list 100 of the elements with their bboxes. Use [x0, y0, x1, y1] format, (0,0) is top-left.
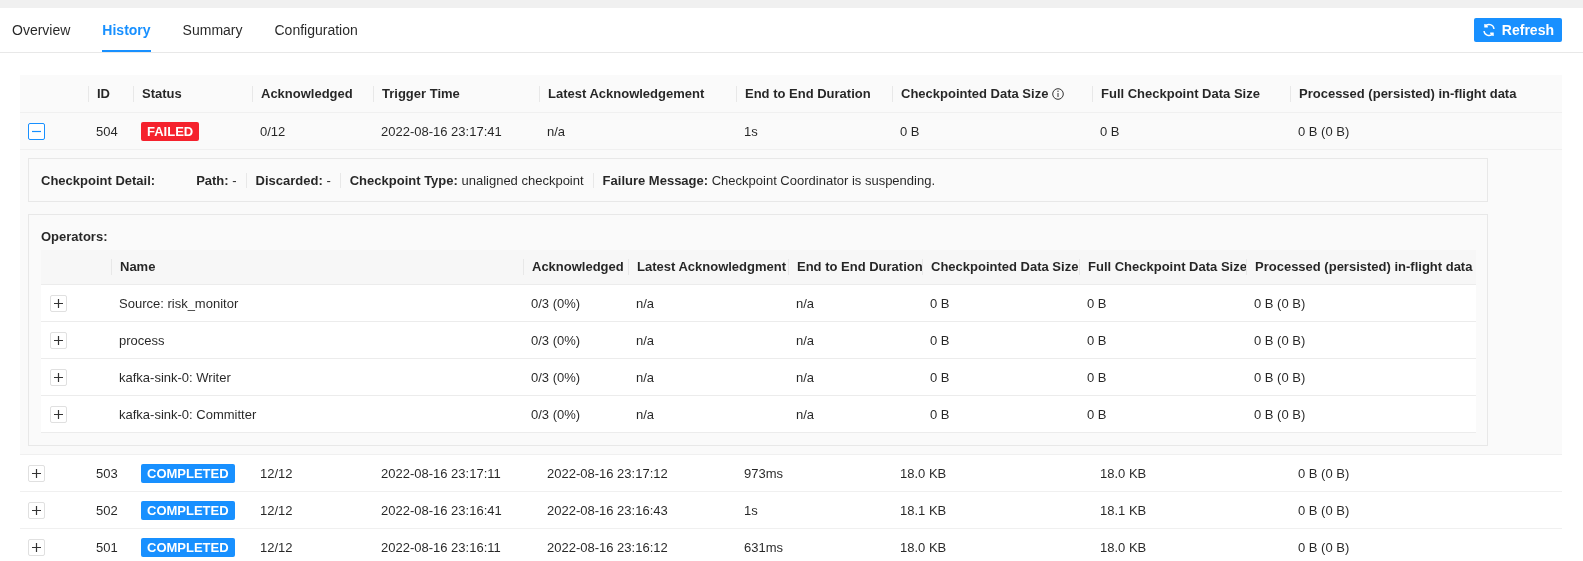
table-cell-text: 2022-08-16 23:16:12: [546, 539, 669, 555]
table-cell-text: 0 B (0 B): [1297, 465, 1351, 481]
table-cell-text: 0/3 (0%): [530, 406, 582, 422]
expand-icon: [53, 334, 64, 346]
expand-button[interactable]: [28, 538, 45, 556]
column-header: Status: [133, 85, 252, 102]
column-header: Checkpointed Data Size: [922, 259, 1079, 275]
table-cell-text: 0/3 (0%): [530, 369, 582, 385]
column-header: Full Checkpoint Data Size: [1079, 259, 1246, 275]
refresh-icon: [1481, 23, 1496, 37]
table-cell-text: 1s: [743, 123, 759, 139]
tab[interactable]: Configuration: [274, 8, 358, 52]
table-cell-text: 0 B: [1099, 123, 1121, 139]
table-cell-text: 1s: [743, 502, 759, 518]
expand-button[interactable]: [50, 405, 67, 423]
table-cell-text: 2022-08-16 23:17:41: [380, 123, 503, 139]
tab[interactable]: Overview: [12, 8, 71, 52]
table-cell-text: n/a: [635, 406, 656, 422]
column-header: Acknowledged: [523, 259, 628, 275]
table-cell-text: 0 B: [1086, 369, 1108, 385]
table-cell-text: 12/12: [259, 465, 294, 481]
detail-item: Path: -: [195, 172, 238, 188]
table-cell-text: 12/12: [259, 539, 294, 555]
table-cell-text: n/a: [546, 123, 567, 139]
table-cell-text: 2022-08-16 23:17:12: [546, 465, 669, 481]
table-cell-text: 0 B (0 B): [1253, 295, 1307, 311]
table-cell-text: n/a: [635, 332, 656, 348]
detail-item: Failure Message: Checkpoint Coordinator is suspending.: [592, 172, 945, 188]
column-header: Latest Acknowledgement: [539, 85, 736, 102]
table-cell-text: 18.0 KB: [1099, 539, 1148, 555]
expand-icon: [53, 371, 64, 383]
table-cell-text: process: [118, 332, 166, 348]
table-cell-text: n/a: [795, 369, 816, 385]
table-cell-text: 2022-08-16 23:16:43: [546, 502, 669, 518]
column-header: Trigger Time: [373, 85, 539, 102]
expand-button[interactable]: [50, 294, 67, 312]
table-cell-text: 0 B (0 B): [1297, 502, 1351, 518]
table-cell-text: 0 B (0 B): [1297, 539, 1351, 555]
expand-button[interactable]: [50, 368, 67, 386]
column-header: End to End Duration: [788, 259, 922, 275]
table-cell-text: 0 B: [1086, 332, 1108, 348]
expand-icon: [31, 541, 42, 553]
table-cell-text: 501: [95, 539, 119, 555]
table-cell-text: 2022-08-16 23:16:11: [380, 539, 502, 555]
table-cell-text: 0/3 (0%): [530, 295, 582, 311]
column-header: ID: [88, 85, 133, 102]
table-cell-text: kafka-sink-0: Committer: [118, 406, 258, 422]
table-cell-text: 12/12: [259, 502, 294, 518]
column-header: Latest Acknowledgment: [628, 259, 788, 275]
table-cell-text: Source: risk_monitor: [118, 295, 240, 311]
table-cell-text: 0 B (0 B): [1253, 332, 1307, 348]
expand-button[interactable]: [50, 331, 67, 349]
table-cell-text: 0 B (0 B): [1253, 369, 1307, 385]
table-cell-text: 0 B (0 B): [1297, 123, 1351, 139]
table-cell-text: n/a: [795, 295, 816, 311]
table-cell-text: 0 B: [899, 123, 921, 139]
expand-button[interactable]: [28, 464, 45, 482]
column-header: Processed (persisted) in-flight data: [1290, 85, 1562, 102]
expand-icon: [53, 297, 64, 309]
expand-icon: [53, 408, 64, 420]
table-cell-text: n/a: [635, 369, 656, 385]
table-cell-text: kafka-sink-0: Writer: [118, 369, 232, 385]
collapse-button[interactable]: [28, 122, 45, 140]
detail-item: Checkpoint Type: unaligned checkpoint: [339, 172, 593, 188]
column-header: End to End Duration: [736, 85, 892, 102]
detail-item: Discarded: -: [245, 172, 340, 188]
status-badge: FAILED: [141, 121, 200, 141]
table-cell-text: 18.0 KB: [1099, 465, 1148, 481]
table-cell-text: 0/3 (0%): [530, 332, 582, 348]
column-header: Processed (persisted) in-flight data: [1246, 259, 1481, 275]
table-cell-text: 0 B: [929, 332, 951, 348]
column-header: Checkpointed Data Size: [892, 85, 1092, 102]
table-cell-text: 502: [95, 502, 119, 518]
table-cell-text: n/a: [635, 295, 656, 311]
expand-icon: [31, 467, 42, 479]
table-cell-text: 0 B: [929, 369, 951, 385]
table-cell-text: 0 B: [1086, 295, 1108, 311]
column-header: Full Checkpoint Data Size: [1092, 85, 1290, 102]
expand-icon: [31, 504, 42, 516]
table-cell-text: 0 B: [929, 406, 951, 422]
table-cell-text: 2022-08-16 23:16:41: [380, 502, 503, 518]
table-cell-text: n/a: [795, 332, 816, 348]
table-cell-text: 18.1 KB: [1099, 502, 1148, 518]
column-header: Acknowledged: [252, 85, 373, 102]
table-cell-text: 973ms: [743, 465, 785, 481]
expand-button[interactable]: [28, 501, 45, 519]
table-cell-text: 2022-08-16 23:17:11: [380, 465, 502, 481]
table-cell-text: 0 B (0 B): [1253, 406, 1307, 422]
table-cell-text: 0/12: [259, 123, 287, 139]
table-cell-text: 0 B: [929, 295, 951, 311]
table-cell-text: 0 B: [1086, 406, 1108, 422]
table-cell-text: 18.1 KB: [899, 502, 948, 518]
status-badge: COMPLETED: [141, 537, 235, 557]
operators-title: Operators:: [41, 229, 109, 244]
table-cell-text: 504: [95, 123, 119, 139]
table-cell-text: 18.0 KB: [899, 539, 948, 555]
table-cell-text: 503: [95, 465, 119, 481]
tab[interactable]: Summary: [182, 8, 243, 52]
column-header: Name: [111, 259, 523, 275]
table-cell-text: 631ms: [743, 539, 785, 555]
